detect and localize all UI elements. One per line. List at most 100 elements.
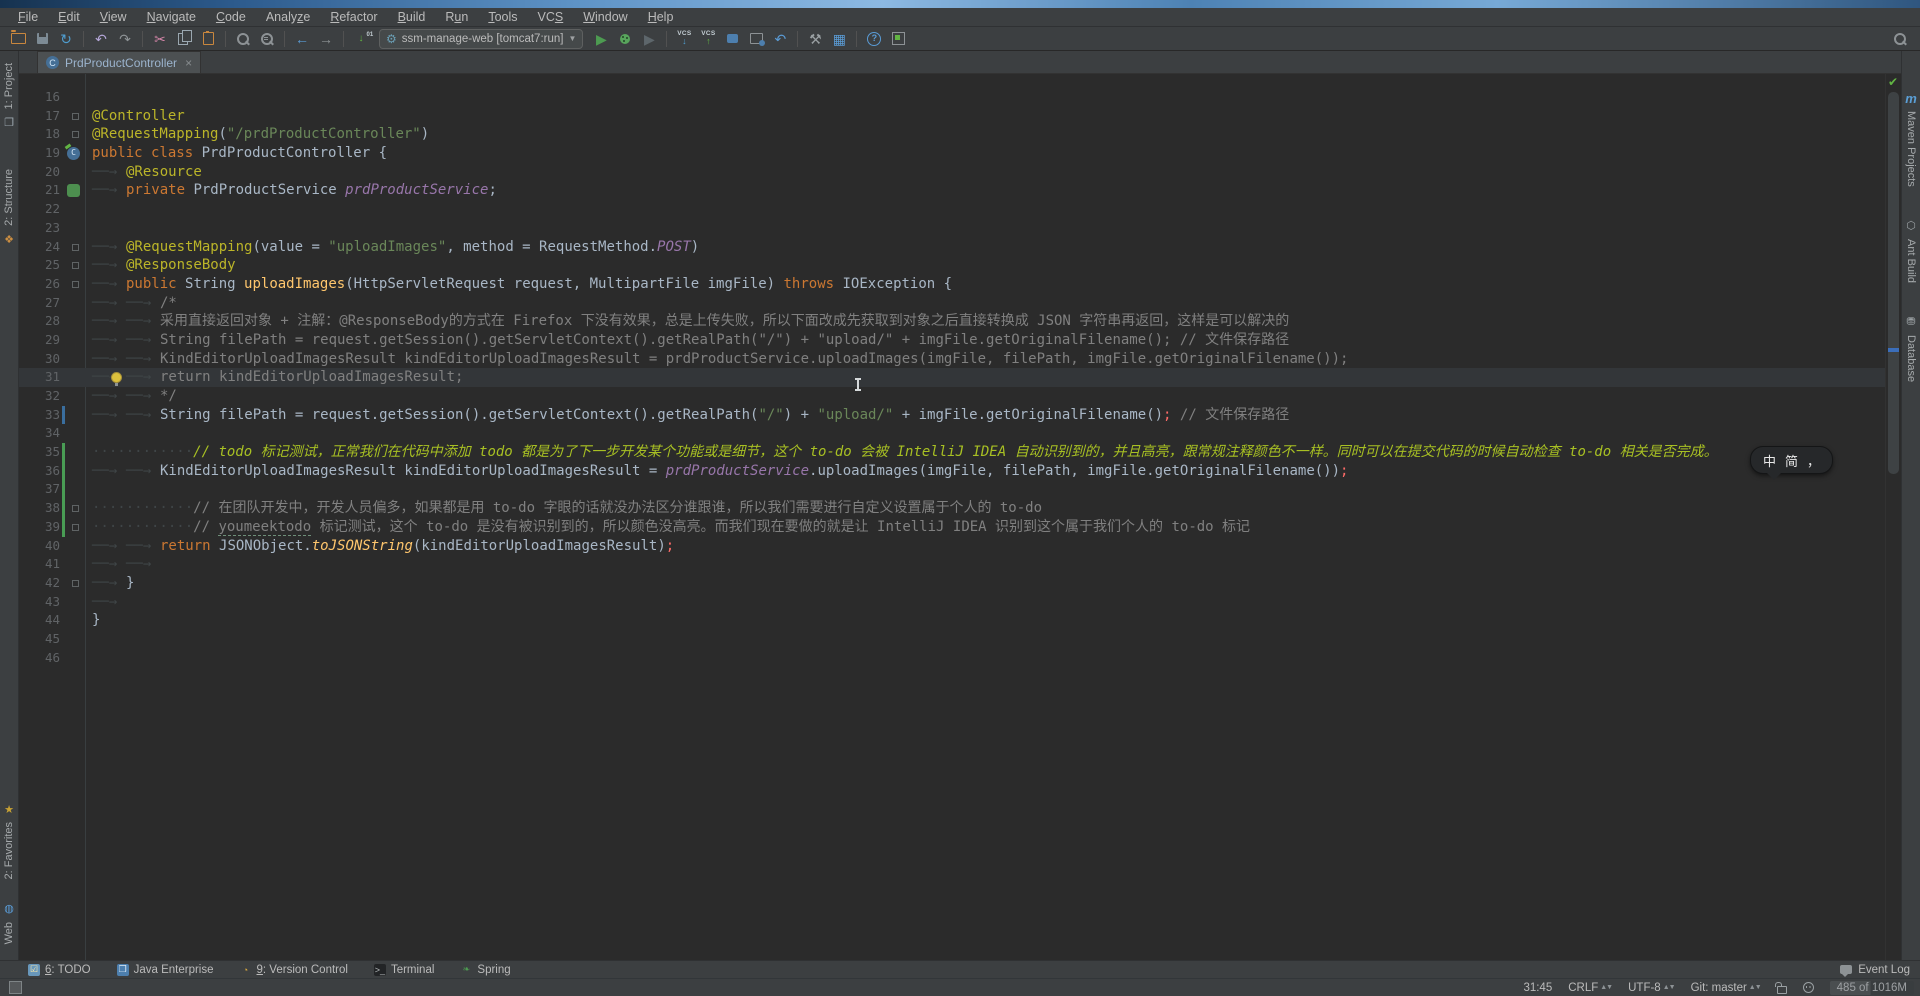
line-number[interactable]: 33	[19, 406, 64, 425]
gutter-cell[interactable]	[64, 480, 84, 499]
line-number[interactable]: 22	[19, 200, 64, 219]
line-number[interactable]: 38	[19, 499, 64, 518]
menu-window[interactable]: Window	[573, 10, 637, 24]
cut-icon[interactable]: ✂	[148, 29, 172, 49]
menu-refactor[interactable]: Refactor	[320, 10, 387, 24]
line-number[interactable]: 16	[19, 88, 64, 107]
tool-window-button-maven-projects[interactable]: Maven Projects	[1905, 111, 1917, 187]
line-number[interactable]: 21	[19, 181, 64, 200]
tool-window-button--todo[interactable]: ☑6: TODO	[28, 964, 91, 976]
menu-file[interactable]: File	[8, 10, 48, 24]
tool-window-button-spring[interactable]: ❧Spring	[460, 964, 510, 976]
fold-marker-icon[interactable]	[72, 281, 79, 288]
tool-window-button-web[interactable]: Web	[3, 922, 15, 944]
line-ending-selector[interactable]: CRLF▲▼	[1568, 982, 1612, 994]
gutter-cell[interactable]	[64, 443, 84, 462]
encoding-selector[interactable]: UTF-8▲▼	[1628, 982, 1674, 994]
gutter-cell[interactable]	[64, 107, 84, 126]
caret-position[interactable]: 31:45	[1523, 982, 1552, 994]
fold-marker-icon[interactable]	[72, 262, 79, 269]
tool-window-button--favorites[interactable]: 2: Favorites	[3, 822, 15, 879]
debug-icon[interactable]	[613, 29, 637, 49]
tab-prdproductcontroller[interactable]: C PrdProductController ×	[37, 51, 201, 73]
gutter-cell[interactable]	[64, 406, 84, 425]
run-configuration-combo[interactable]: ⚙ssm-manage-web [tomcat7:run]▼	[379, 29, 583, 49]
gutter-cell[interactable]	[64, 593, 84, 612]
menu-run[interactable]: Run	[435, 10, 478, 24]
editor-scrollbar[interactable]: ✔	[1885, 74, 1901, 960]
bean-icon[interactable]	[67, 184, 80, 197]
install-plugin-icon[interactable]	[886, 29, 910, 49]
gutter-cell[interactable]	[64, 312, 84, 331]
class-icon[interactable]: C	[67, 147, 80, 160]
line-number[interactable]: 24	[19, 238, 64, 257]
line-number[interactable]: 26	[19, 275, 64, 294]
run-coverage-icon[interactable]: ▶	[637, 29, 661, 49]
tool-window-button-terminal[interactable]: >_Terminal	[374, 964, 434, 976]
tool-window-button--project[interactable]: 1: Project	[3, 63, 15, 109]
fold-marker-icon[interactable]	[72, 131, 79, 138]
gutter-cell[interactable]	[64, 350, 84, 369]
gutter-cell[interactable]	[64, 200, 84, 219]
gutter-cell[interactable]: C	[64, 144, 84, 163]
menu-edit[interactable]: Edit	[48, 10, 90, 24]
gutter-cell[interactable]	[64, 499, 84, 518]
replace-icon[interactable]	[255, 29, 279, 49]
line-number[interactable]: 27	[19, 294, 64, 313]
line-number[interactable]: 45	[19, 630, 64, 649]
gutter-cell[interactable]	[64, 275, 84, 294]
line-number[interactable]: 23	[19, 219, 64, 238]
menu-vcs[interactable]: VCS	[528, 10, 574, 24]
gutter-cell[interactable]	[64, 555, 84, 574]
close-icon[interactable]: ×	[185, 56, 192, 70]
tool-window-button--structure[interactable]: 2: Structure	[3, 169, 15, 226]
line-number[interactable]: 36	[19, 462, 64, 481]
gutter-cell[interactable]	[64, 368, 84, 387]
gutter-cell[interactable]	[64, 537, 84, 556]
line-number[interactable]: 28	[19, 312, 64, 331]
line-number[interactable]: 30	[19, 350, 64, 369]
fold-marker-icon[interactable]	[72, 113, 79, 120]
gutter-cell[interactable]	[64, 181, 84, 200]
gutter-cell[interactable]	[64, 331, 84, 350]
synchronize-icon[interactable]: ↻	[54, 29, 78, 49]
gutter-cell[interactable]	[64, 219, 84, 238]
line-number[interactable]: 18	[19, 125, 64, 144]
change-stripe-mark[interactable]	[1888, 348, 1899, 352]
line-number[interactable]: 39	[19, 518, 64, 537]
gutter-cell[interactable]	[64, 630, 84, 649]
save-icon[interactable]	[30, 29, 54, 49]
line-number[interactable]: 20	[19, 163, 64, 182]
show-changes-icon[interactable]	[720, 29, 744, 49]
menu-code[interactable]: Code	[206, 10, 256, 24]
menu-navigate[interactable]: Navigate	[137, 10, 206, 24]
fold-marker-icon[interactable]	[72, 524, 79, 531]
line-number[interactable]: 31	[19, 368, 64, 387]
gutter-cell[interactable]	[64, 649, 84, 668]
line-number[interactable]: 46	[19, 649, 64, 668]
fold-marker-icon[interactable]	[72, 505, 79, 512]
open-icon[interactable]	[6, 29, 30, 49]
menu-build[interactable]: Build	[388, 10, 436, 24]
undo-icon[interactable]: ↶	[89, 29, 113, 49]
paste-icon[interactable]	[196, 29, 220, 49]
project-structure-icon[interactable]: ▦	[827, 29, 851, 49]
menu-analyze[interactable]: Analyze	[256, 10, 320, 24]
tool-window-button-ant-build[interactable]: Ant Build	[1905, 239, 1917, 283]
line-number[interactable]: 40	[19, 537, 64, 556]
fold-marker-icon[interactable]	[72, 580, 79, 587]
sort-lines-icon[interactable]: ↓	[349, 29, 373, 49]
search-everywhere-icon[interactable]	[1888, 29, 1912, 49]
memory-indicator[interactable]: 485 of 1016M	[1830, 981, 1914, 995]
tool-window-toggle-icon[interactable]	[9, 981, 22, 994]
gutter-cell[interactable]	[64, 462, 84, 481]
line-number[interactable]: 29	[19, 331, 64, 350]
settings-icon[interactable]: ⚒	[803, 29, 827, 49]
line-number[interactable]: 32	[19, 387, 64, 406]
git-branch-widget[interactable]: Git: master▲▼	[1691, 982, 1761, 994]
menu-help[interactable]: Help	[638, 10, 684, 24]
line-number[interactable]: 34	[19, 424, 64, 443]
help-icon[interactable]: ?	[862, 29, 886, 49]
tool-window-button-database[interactable]: Database	[1905, 335, 1917, 382]
line-number[interactable]: 44	[19, 611, 64, 630]
